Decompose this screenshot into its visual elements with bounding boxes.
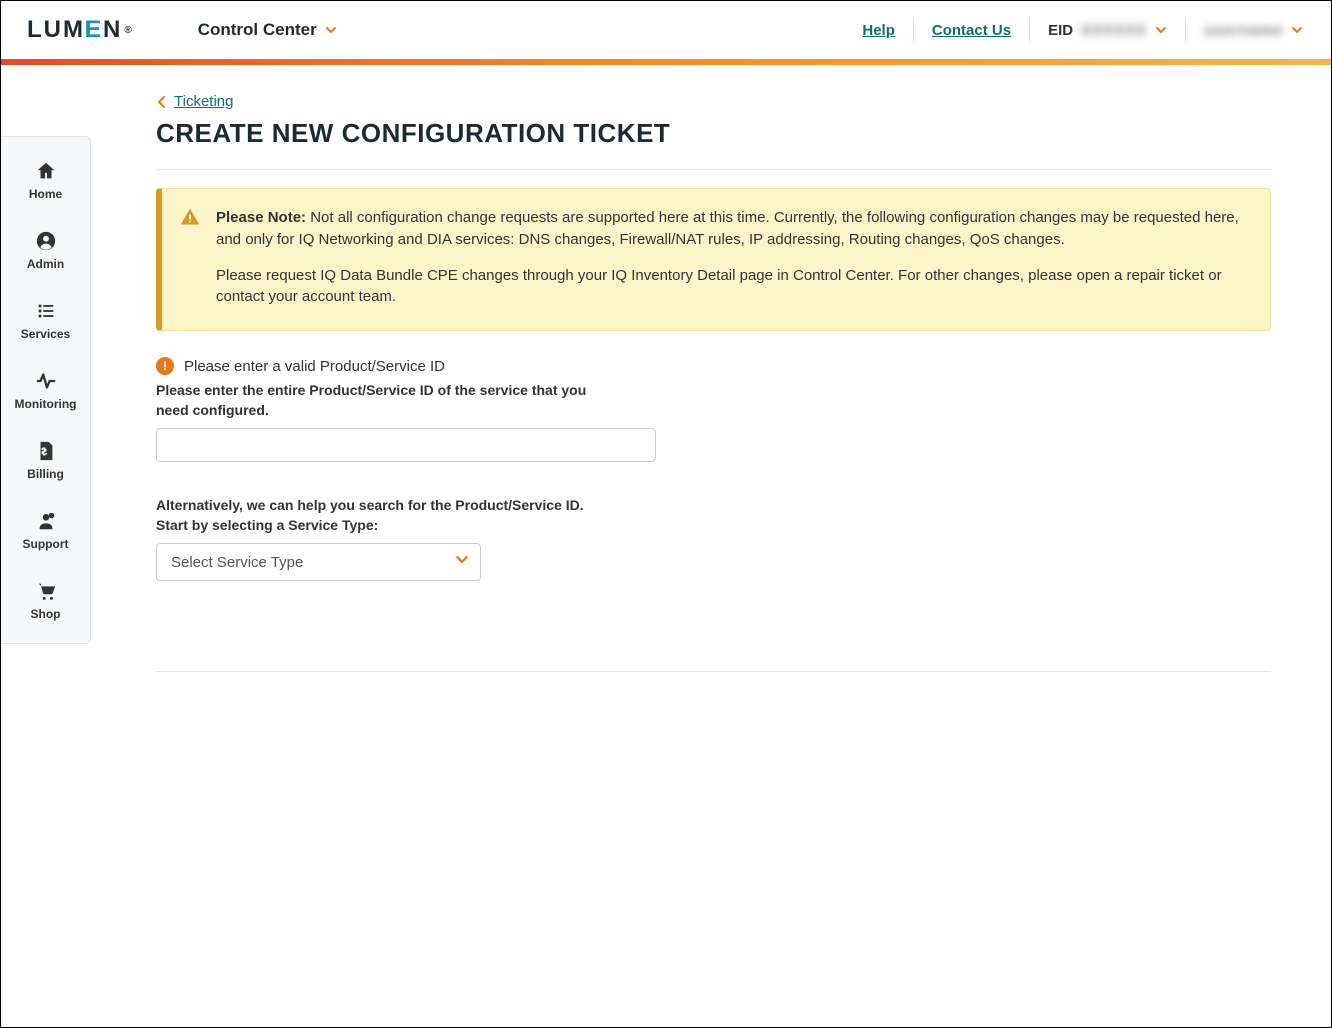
sidebar-item-monitoring[interactable]: Monitoring	[1, 355, 90, 425]
sidebar-item-label: Home	[29, 187, 62, 201]
info-note: Please Note: Not all configuration chang…	[156, 188, 1271, 331]
sidebar-item-label: Admin	[27, 257, 64, 271]
breadcrumb: Ticketing	[156, 93, 1271, 110]
cart-icon	[34, 579, 58, 603]
sidebar: Home Admin Services Monitoring Billing S…	[1, 136, 91, 644]
home-icon	[34, 159, 58, 183]
divider	[156, 169, 1271, 170]
product-id-input[interactable]	[156, 428, 656, 462]
contact-us-link[interactable]: Contact Us	[914, 22, 1029, 39]
help-link[interactable]: Help	[844, 22, 913, 39]
brand-text-e: E	[85, 16, 104, 44]
activity-icon	[34, 369, 58, 393]
breadcrumb-link[interactable]: Ticketing	[174, 93, 233, 110]
page-title: CREATE NEW CONFIGURATION TICKET	[156, 118, 1271, 149]
service-type-label: Alternatively, we can help you search fo…	[156, 496, 606, 535]
note-paragraph: Please request IQ Data Bundle CPE change…	[216, 265, 1246, 309]
user-circle-icon	[34, 229, 58, 253]
product-id-label: Please enter the entire Product/Service …	[156, 381, 596, 420]
control-center-label: Control Center	[198, 20, 317, 40]
user-name: username	[1204, 22, 1283, 39]
header: LUMEN® Control Center Help Contact Us EI…	[1, 1, 1331, 59]
note-text-1: Not all configuration change requests ar…	[216, 209, 1239, 248]
brand-logo: LUMEN®	[27, 16, 134, 44]
service-type-select[interactable]: Select Service Type	[156, 543, 481, 581]
user-dropdown[interactable]: username	[1186, 22, 1303, 39]
brand-text-post: N	[103, 16, 122, 44]
invoice-icon	[34, 439, 58, 463]
chevron-down-icon	[1291, 24, 1303, 36]
sidebar-item-admin[interactable]: Admin	[1, 215, 90, 285]
main-content: Ticketing CREATE NEW CONFIGURATION TICKE…	[1, 65, 1331, 672]
chevron-down-icon	[1155, 24, 1167, 36]
sidebar-item-home[interactable]: Home	[1, 145, 90, 215]
select-display: Select Service Type	[156, 543, 481, 581]
error-text: Please enter a valid Product/Service ID	[184, 358, 445, 375]
chevron-left-icon	[156, 95, 168, 109]
error-icon: !	[156, 357, 174, 375]
divider	[156, 671, 1271, 672]
sidebar-item-support[interactable]: Support	[1, 495, 90, 565]
eid-dropdown[interactable]: EID XXXXXX	[1030, 22, 1185, 39]
eid-value: XXXXXX	[1081, 22, 1147, 39]
sidebar-item-shop[interactable]: Shop	[1, 565, 90, 635]
note-paragraph: Please Note: Not all configuration chang…	[216, 207, 1246, 251]
header-right: Help Contact Us EID XXXXXX username	[844, 17, 1303, 43]
warning-icon	[180, 207, 200, 227]
sidebar-item-label: Support	[23, 537, 69, 551]
control-center-dropdown[interactable]: Control Center	[198, 20, 337, 40]
note-bold: Please Note:	[216, 209, 306, 226]
eid-label: EID	[1048, 22, 1073, 39]
brand-reg: ®	[124, 25, 133, 36]
sidebar-item-label: Shop	[31, 607, 61, 621]
validation-error: ! Please enter a valid Product/Service I…	[156, 357, 1271, 375]
sidebar-item-services[interactable]: Services	[1, 285, 90, 355]
sidebar-item-label: Services	[21, 327, 70, 341]
list-icon	[34, 299, 58, 323]
support-icon	[34, 509, 58, 533]
sidebar-item-label: Monitoring	[15, 397, 77, 411]
chevron-down-icon	[325, 24, 337, 36]
brand-text-pre: LUM	[27, 16, 85, 44]
sidebar-item-label: Billing	[27, 467, 64, 481]
sidebar-item-billing[interactable]: Billing	[1, 425, 90, 495]
